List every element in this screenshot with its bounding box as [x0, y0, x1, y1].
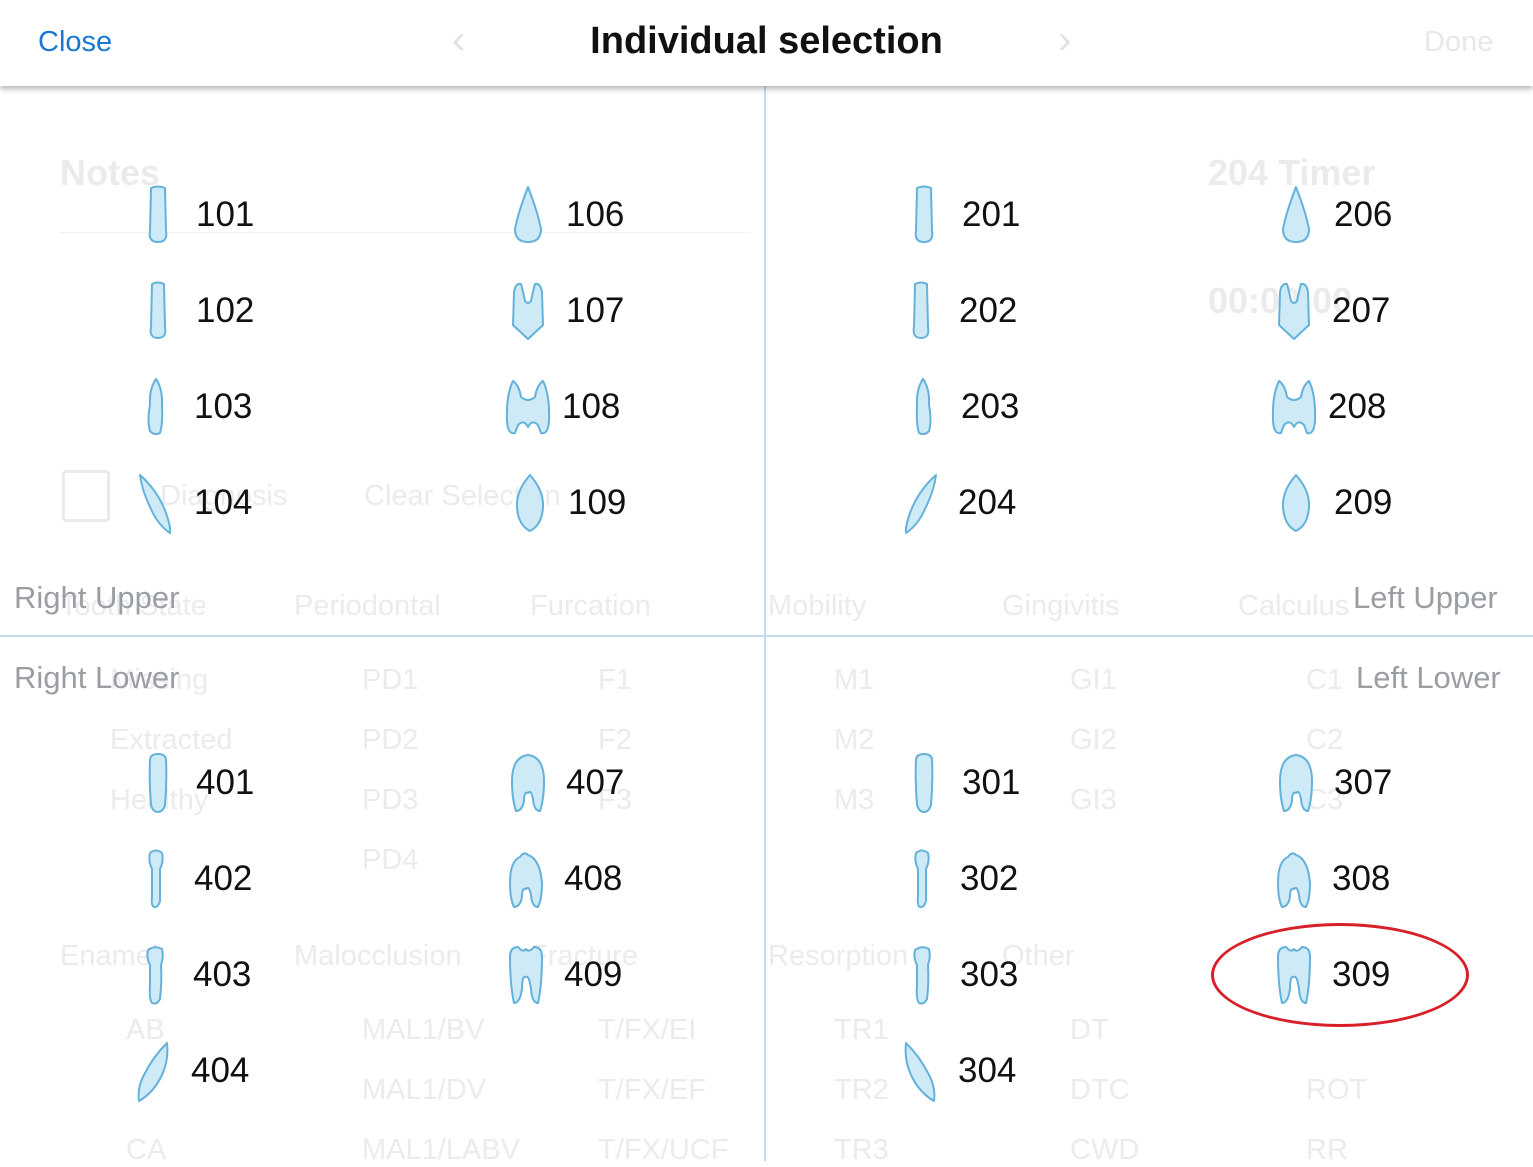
molar-icon	[509, 946, 543, 1004]
tooth-number: 307	[1334, 763, 1393, 802]
tooth-number: 102	[196, 291, 255, 330]
canine-icon	[146, 946, 164, 1005]
tooth-number: 204	[958, 483, 1017, 522]
tooth-209[interactable]: 209	[1276, 468, 1476, 538]
tooth-101[interactable]: 101	[138, 180, 338, 250]
premolar-icon	[1278, 282, 1310, 340]
page-title: Individual selection	[590, 20, 943, 62]
tooth-number: 209	[1334, 483, 1393, 522]
tooth-403[interactable]: 403	[135, 940, 335, 1010]
tooth-301[interactable]: 301	[904, 748, 1104, 818]
tooth-304[interactable]: 304	[900, 1036, 1100, 1106]
canine-icon	[915, 378, 932, 436]
tooth-number: 106	[566, 195, 625, 234]
tooth-106[interactable]: 106	[508, 180, 708, 250]
molar-icon	[1281, 474, 1311, 532]
incisor-icon	[148, 185, 168, 243]
tooth-number: 401	[196, 763, 255, 802]
tooth-number: 201	[962, 195, 1021, 234]
done-button: Done	[1424, 26, 1494, 58]
tooth-number: 304	[958, 1051, 1017, 1090]
incisor-icon	[148, 753, 168, 813]
tooth-408[interactable]: 408	[506, 844, 706, 914]
canine-icon	[904, 1042, 936, 1102]
tooth-number: 109	[568, 483, 627, 522]
premolar-icon	[514, 186, 542, 243]
canine-icon	[904, 474, 937, 534]
tooth-number: 403	[193, 955, 252, 994]
tooth-number: 203	[961, 387, 1020, 426]
tooth-104[interactable]: 104	[136, 468, 336, 538]
canine-icon	[913, 946, 931, 1005]
tooth-number: 408	[564, 859, 623, 898]
molar-icon	[505, 380, 551, 435]
incisor-icon	[148, 849, 164, 909]
tooth-401[interactable]: 401	[138, 748, 338, 818]
tooth-203[interactable]: 203	[903, 372, 1103, 442]
premolar-icon	[509, 852, 543, 908]
tooth-number: 404	[191, 1051, 250, 1090]
tooth-number: 208	[1328, 387, 1387, 426]
canine-icon	[147, 378, 164, 436]
quadrant-label-right-lower: Right Lower	[14, 660, 180, 695]
tooth-number: 202	[959, 291, 1018, 330]
tooth-102[interactable]: 102	[138, 276, 338, 346]
tooth-107[interactable]: 107	[508, 276, 708, 346]
tooth-108[interactable]: 108	[504, 372, 704, 442]
premolar-icon	[1279, 754, 1313, 812]
chevron-left-icon: ‹	[452, 18, 466, 62]
chevron-right-icon: ›	[1058, 18, 1072, 62]
tooth-number: 301	[962, 763, 1021, 802]
incisor-icon	[912, 281, 930, 339]
tooth-404[interactable]: 404	[133, 1036, 333, 1106]
tooth-103[interactable]: 103	[136, 372, 336, 442]
tooth-402[interactable]: 402	[136, 844, 336, 914]
tooth-number: 407	[566, 763, 625, 802]
incisor-icon	[914, 753, 934, 813]
premolar-icon	[1282, 186, 1310, 243]
quadrant-label-left-upper: Left Upper	[1353, 580, 1498, 615]
canine-icon	[139, 474, 172, 534]
tooth-number: 308	[1332, 859, 1391, 898]
incisor-icon	[149, 281, 167, 339]
premolar-icon	[512, 282, 544, 340]
molar-icon	[515, 474, 545, 532]
tooth-202[interactable]: 202	[901, 276, 1101, 346]
tooth-303[interactable]: 303	[902, 940, 1102, 1010]
tooth-207[interactable]: 207	[1274, 276, 1474, 346]
molar-icon	[1271, 380, 1317, 435]
tooth-208[interactable]: 208	[1270, 372, 1470, 442]
highlight-circle	[1211, 923, 1469, 1027]
tooth-307[interactable]: 307	[1276, 748, 1476, 818]
tooth-number: 103	[194, 387, 253, 426]
incisor-icon	[914, 185, 934, 243]
horizontal-divider	[0, 635, 1533, 637]
tooth-number: 104	[194, 483, 253, 522]
premolar-icon	[511, 754, 545, 812]
vertical-divider	[764, 86, 766, 1161]
premolar-icon	[1277, 852, 1311, 908]
canine-icon	[137, 1042, 169, 1102]
incisor-icon	[914, 849, 930, 909]
tooth-number: 303	[960, 955, 1019, 994]
quadrant-label-left-lower: Left Lower	[1356, 660, 1501, 695]
tooth-109[interactable]: 109	[510, 468, 710, 538]
tooth-204[interactable]: 204	[900, 468, 1100, 538]
tooth-308[interactable]: 308	[1274, 844, 1474, 914]
tooth-number: 206	[1334, 195, 1393, 234]
tooth-number: 402	[194, 859, 253, 898]
tooth-number: 108	[562, 387, 621, 426]
tooth-number: 302	[960, 859, 1019, 898]
tooth-number: 409	[564, 955, 623, 994]
tooth-number: 107	[566, 291, 625, 330]
tooth-407[interactable]: 407	[508, 748, 708, 818]
tooth-number: 101	[196, 195, 255, 234]
tooth-409[interactable]: 409	[506, 940, 706, 1010]
tooth-201[interactable]: 201	[904, 180, 1104, 250]
tooth-206[interactable]: 206	[1276, 180, 1476, 250]
tooth-number: 207	[1332, 291, 1391, 330]
quadrant-label-right-upper: Right Upper	[14, 580, 180, 615]
modal-header: Close Individual selection ‹ › Done	[0, 0, 1533, 86]
tooth-302[interactable]: 302	[902, 844, 1102, 914]
